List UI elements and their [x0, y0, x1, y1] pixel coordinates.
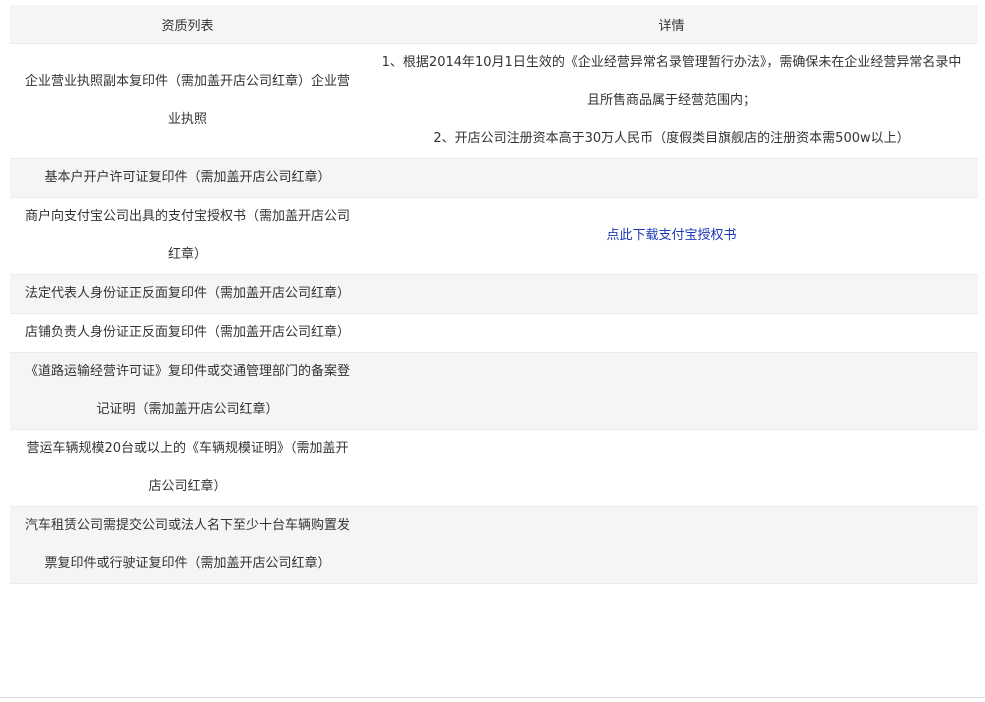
qualification-table: 资质列表 详情 企业营业执照副本复印件（需加盖开店公司红章）企业营业执照 1、根…	[10, 5, 978, 584]
detail-line: 1、根据2014年10月1日生效的《企业经营异常名录管理暂行办法》，需确保未在企…	[381, 55, 962, 108]
row-details	[365, 506, 978, 584]
row-label: 《道路运输经营许可证》复印件或交通管理部门的备案登记证明（需加盖开店公司红章）	[10, 352, 365, 430]
table-row: 汽车租赁公司需提交公司或法人名下至少十台车辆购置发票复印件或行驶证复印件（需加盖…	[10, 506, 978, 584]
row-details: 1、根据2014年10月1日生效的《企业经营异常名录管理暂行办法》，需确保未在企…	[365, 43, 978, 159]
qualification-table-container: 资质列表 详情 企业营业执照副本复印件（需加盖开店公司红章）企业营业执照 1、根…	[10, 5, 978, 584]
table-row: 《道路运输经营许可证》复印件或交通管理部门的备案登记证明（需加盖开店公司红章）	[10, 352, 978, 430]
row-label: 法定代表人身份证正反面复印件（需加盖开店公司红章）	[10, 274, 365, 314]
bottom-divider	[0, 697, 985, 698]
table-row: 店铺负责人身份证正反面复印件（需加盖开店公司红章）	[10, 313, 978, 353]
row-label: 商户向支付宝公司出具的支付宝授权书（需加盖开店公司红章）	[10, 197, 365, 275]
header-qualification-list: 资质列表	[10, 5, 365, 44]
row-label: 汽车租赁公司需提交公司或法人名下至少十台车辆购置发票复印件或行驶证复印件（需加盖…	[10, 506, 365, 584]
table-row: 法定代表人身份证正反面复印件（需加盖开店公司红章）	[10, 274, 978, 314]
detail-line: 2、开店公司注册资本高于30万人民币（度假类目旗舰店的注册资本需500w以上）	[433, 131, 910, 146]
row-label: 店铺负责人身份证正反面复印件（需加盖开店公司红章）	[10, 313, 365, 353]
row-label: 企业营业执照副本复印件（需加盖开店公司红章）企业营业执照	[10, 43, 365, 159]
row-details	[365, 158, 978, 198]
row-details: 点此下载支付宝授权书	[365, 197, 978, 275]
row-details	[365, 313, 978, 353]
header-details: 详情	[365, 5, 978, 44]
download-alipay-authorization-link[interactable]: 点此下载支付宝授权书	[606, 228, 736, 243]
row-details	[365, 429, 978, 507]
table-row: 营运车辆规模20台或以上的《车辆规模证明》（需加盖开店公司红章）	[10, 429, 978, 507]
table-row: 企业营业执照副本复印件（需加盖开店公司红章）企业营业执照 1、根据2014年10…	[10, 43, 978, 159]
row-details	[365, 352, 978, 430]
row-label: 营运车辆规模20台或以上的《车辆规模证明》（需加盖开店公司红章）	[10, 429, 365, 507]
table-header-row: 资质列表 详情	[10, 5, 978, 44]
row-label: 基本户开户许可证复印件（需加盖开店公司红章）	[10, 158, 365, 198]
row-details	[365, 274, 978, 314]
table-row: 基本户开户许可证复印件（需加盖开店公司红章）	[10, 158, 978, 198]
table-row: 商户向支付宝公司出具的支付宝授权书（需加盖开店公司红章） 点此下载支付宝授权书	[10, 197, 978, 275]
